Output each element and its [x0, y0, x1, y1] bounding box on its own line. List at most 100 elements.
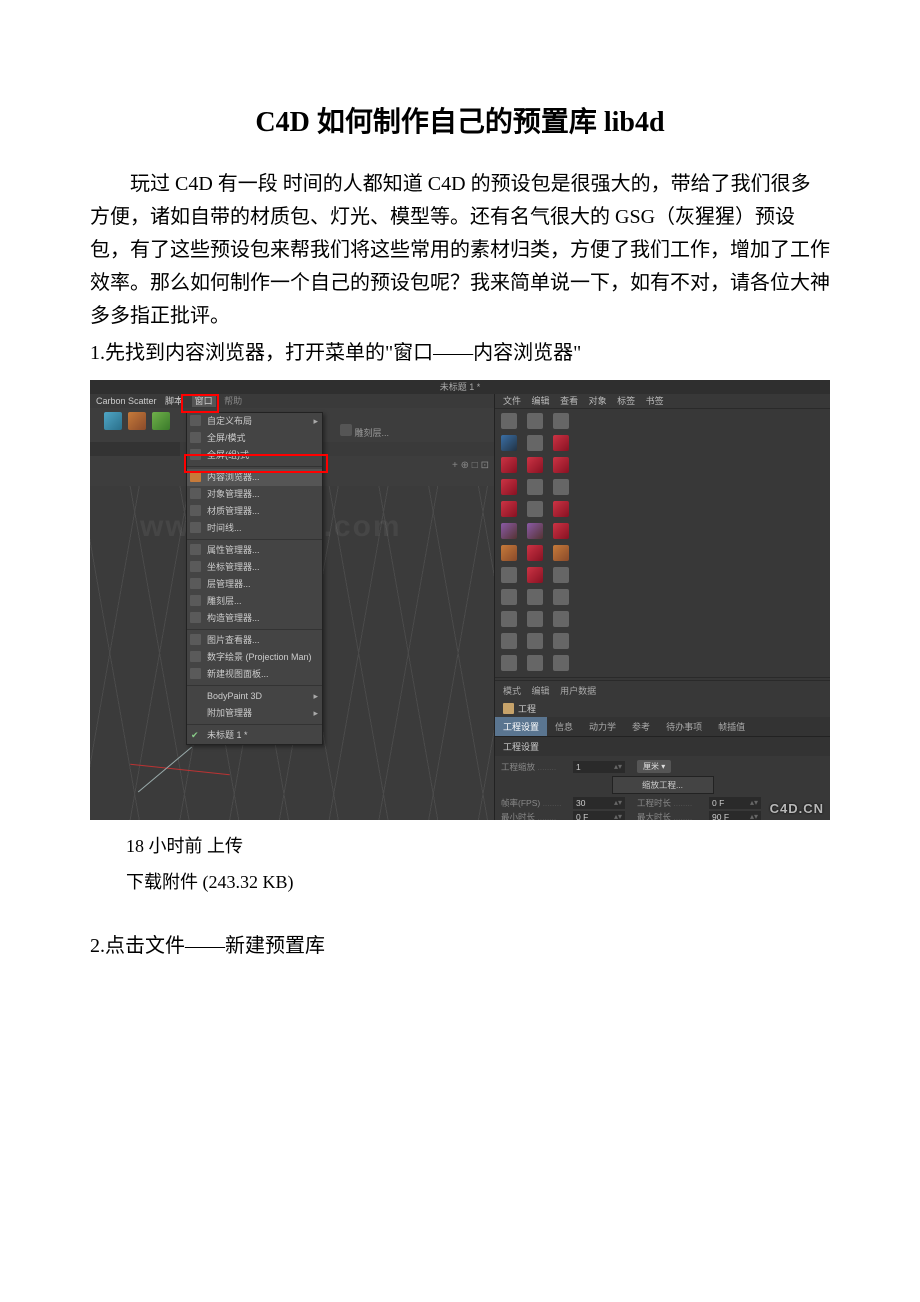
menu-item-object-mgr[interactable]: 对象管理器...: [187, 486, 322, 503]
palette-icon[interactable]: [553, 633, 569, 649]
project-label: 工程: [518, 702, 536, 715]
page-title: C4D 如何制作自己的预置库 lib4d: [90, 100, 830, 140]
menu-item-layer-mgr[interactable]: 层管理器...: [187, 576, 322, 593]
viewport-nav-icons[interactable]: + ⊕ □ ⊡: [452, 460, 489, 471]
palette-icon[interactable]: [501, 655, 517, 671]
palette-icon[interactable]: [553, 479, 569, 495]
menu-item-fullscreen2[interactable]: 全屏(组)式: [187, 447, 322, 464]
section-header: 工程设置: [495, 736, 830, 756]
step-1: 1.先找到内容浏览器，打开菜单的"窗口——内容浏览器": [90, 337, 830, 370]
palette-icon[interactable]: [527, 523, 543, 539]
scale-project-button[interactable]: 缩放工程...: [612, 776, 714, 794]
scale-unit[interactable]: 厘米 ▾: [637, 760, 671, 773]
mode-edit[interactable]: 编辑: [532, 686, 550, 696]
tab-interp[interactable]: 帧插值: [710, 717, 753, 736]
menu-item-content-browser[interactable]: 内容浏览器...: [187, 469, 322, 486]
om-view[interactable]: 查看: [560, 396, 578, 406]
projtime-label: 工程时长: [637, 797, 709, 809]
palette-icon[interactable]: [527, 479, 543, 495]
palette-icon[interactable]: [553, 567, 569, 583]
palette-icon[interactable]: [527, 655, 543, 671]
menu-item-struct-mgr[interactable]: 构造管理器...: [187, 610, 322, 627]
palette-icon[interactable]: [501, 611, 517, 627]
palette-icon[interactable]: [553, 457, 569, 473]
menu-item-coord-mgr[interactable]: 坐标管理器...: [187, 559, 322, 576]
projtime-value[interactable]: 0 F▴▾: [709, 797, 761, 809]
sculpt-icon[interactable]: [340, 424, 352, 436]
intro-paragraph: 玩过 C4D 有一段 时间的人都知道 C4D 的预设包是很强大的，带给了我们很多…: [90, 168, 830, 333]
palette-icon[interactable]: [501, 479, 517, 495]
tab-dynamics[interactable]: 动力学: [581, 717, 624, 736]
palette-icon[interactable]: [527, 413, 543, 429]
om-edit[interactable]: 编辑: [532, 396, 550, 406]
palette-icon[interactable]: [527, 589, 543, 605]
app-menubar: Carbon Scatter 脚本 窗口 帮助: [90, 394, 248, 408]
palette-icon[interactable]: [501, 457, 517, 473]
window-menu-dropdown[interactable]: 自定义布局▸ 全屏/模式 全屏(组)式 内容浏览器... 对象管理器... 材质…: [186, 412, 323, 745]
cube-icon[interactable]: [152, 412, 170, 430]
om-file[interactable]: 文件: [503, 396, 521, 406]
menubar-help[interactable]: 帮助: [224, 396, 242, 406]
palette-icon[interactable]: [553, 501, 569, 517]
palette-icon[interactable]: [501, 633, 517, 649]
max-label: 最大时长: [637, 811, 709, 820]
palette-icon[interactable]: [527, 435, 543, 451]
palette-icon[interactable]: [501, 567, 517, 583]
tab-todo[interactable]: 待办事项: [658, 717, 710, 736]
om-object[interactable]: 对象: [589, 396, 607, 406]
palette-icon[interactable]: [527, 611, 543, 627]
object-manager-menu: 文件 编辑 查看 对象 标签 书签: [495, 394, 830, 409]
menu-item-extra-mgr[interactable]: 附加管理器▸: [187, 705, 322, 722]
tab-info[interactable]: 信息: [547, 717, 581, 736]
palette-icon[interactable]: [527, 457, 543, 473]
palette-icon[interactable]: [501, 435, 517, 451]
menu-item-untitled[interactable]: ✔未标题 1 *: [187, 727, 322, 744]
menu-item-attr-mgr[interactable]: 属性管理器...: [187, 542, 322, 559]
cube-icon[interactable]: [104, 412, 122, 430]
min-value[interactable]: 0 F▴▾: [573, 811, 625, 820]
tab-reference[interactable]: 参考: [624, 717, 658, 736]
scale-label: 工程缩放: [501, 761, 573, 773]
palette-icon[interactable]: [501, 413, 517, 429]
palette-icon[interactable]: [527, 633, 543, 649]
palette-icon[interactable]: [553, 589, 569, 605]
palette-icon[interactable]: [527, 501, 543, 517]
palette-icon[interactable]: [553, 655, 569, 671]
palette-icon[interactable]: [553, 413, 569, 429]
om-bookmark[interactable]: 书签: [646, 396, 664, 406]
tab-project-settings[interactable]: 工程设置: [495, 717, 547, 736]
scale-value[interactable]: 1▴▾: [573, 761, 625, 773]
menubar-carbon[interactable]: Carbon Scatter: [96, 396, 157, 406]
palette-icon[interactable]: [553, 545, 569, 561]
palette-icon[interactable]: [527, 545, 543, 561]
step-2: 2.点击文件——新建预置库: [90, 930, 830, 963]
om-tags[interactable]: 标签: [617, 396, 635, 406]
menu-item-new-viewport[interactable]: 新建视图面板...: [187, 666, 322, 683]
menu-item-bodypaint[interactable]: BodyPaint 3D▸: [187, 688, 322, 705]
menu-item-material-mgr[interactable]: 材质管理器...: [187, 503, 322, 520]
cube-icon[interactable]: [128, 412, 146, 430]
fps-value[interactable]: 30▴▾: [573, 797, 625, 809]
menu-item-sculpt-layer[interactable]: 雕刻层...: [187, 593, 322, 610]
menu-item-picture-viewer[interactable]: 图片查看器...: [187, 632, 322, 649]
menubar-window[interactable]: 窗口: [192, 395, 216, 407]
palette-icon[interactable]: [553, 435, 569, 451]
menu-item-fullscreen1[interactable]: 全屏/模式: [187, 430, 322, 447]
menubar-script[interactable]: 脚本: [165, 396, 183, 406]
download-attachment[interactable]: 下载附件 (243.32 KB): [90, 864, 830, 900]
menu-item-layout[interactable]: 自定义布局▸: [187, 413, 322, 430]
mode-userdata[interactable]: 用户数据: [560, 686, 596, 696]
menu-item-projection-man[interactable]: 数字绘景 (Projection Man): [187, 649, 322, 666]
mode-mode[interactable]: 模式: [503, 686, 521, 696]
min-label: 最小时长: [501, 811, 573, 820]
palette-icon[interactable]: [501, 523, 517, 539]
attribute-tabs: 工程设置 信息 动力学 参考 待办事项 帧插值: [495, 717, 830, 736]
palette-icon[interactable]: [501, 501, 517, 517]
palette-icon[interactable]: [553, 611, 569, 627]
palette-icon[interactable]: [501, 589, 517, 605]
menu-item-timeline[interactable]: 时间线...: [187, 520, 322, 537]
palette-icon[interactable]: [527, 567, 543, 583]
palette-icon[interactable]: [501, 545, 517, 561]
palette-icon[interactable]: [553, 523, 569, 539]
max-value[interactable]: 90 F▴▾: [709, 811, 761, 820]
